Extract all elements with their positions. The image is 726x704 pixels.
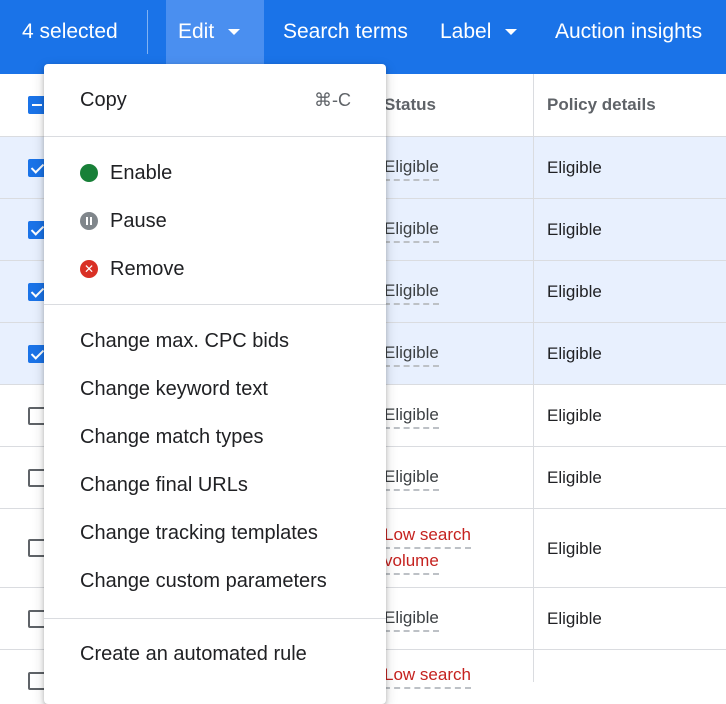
policy-cell: Eligible <box>547 344 602 363</box>
edit-menu-button[interactable]: Edit <box>166 0 264 64</box>
policy-details-column-header[interactable]: Policy details <box>547 74 656 136</box>
menu-item-change-custom-parameters[interactable]: Change custom parameters <box>44 557 386 605</box>
chevron-down-icon <box>505 29 517 35</box>
column-divider <box>533 74 534 682</box>
menu-item-label: Change max. CPC bids <box>80 330 289 352</box>
policy-cell: Eligible <box>547 609 602 628</box>
status-cell[interactable]: Eligible <box>384 218 439 243</box>
menu-divider <box>44 618 386 619</box>
status-cell-line-1[interactable]: Low search <box>384 664 471 689</box>
menu-item-label: Enable <box>110 162 173 184</box>
label-label: Label <box>440 20 492 43</box>
menu-item-label: Change keyword text <box>80 378 268 400</box>
selected-count: 4 selected <box>22 20 118 43</box>
status-cell[interactable]: Eligible <box>384 156 439 181</box>
label-menu-button[interactable]: Label <box>440 0 530 64</box>
menu-item-pause[interactable]: Pause <box>44 197 386 245</box>
menu-item-label: Pause <box>110 210 167 232</box>
policy-cell: Eligible <box>547 406 602 425</box>
menu-item-label: Remove <box>110 258 185 280</box>
menu-item-label: Create an automated rule <box>80 643 307 665</box>
menu-item-remove[interactable]: ✕ Remove <box>44 245 386 293</box>
menu-item-label: Change tracking templates <box>80 522 318 544</box>
menu-item-copy[interactable]: Copy ⌘-C <box>44 76 386 124</box>
status-cell-line-1[interactable]: Low search <box>384 524 471 549</box>
auction-insights-button[interactable]: Auction insights <box>555 0 702 64</box>
copy-shortcut: ⌘-C <box>314 90 351 110</box>
menu-item-label: Change final URLs <box>80 474 248 496</box>
menu-item-label: Change custom parameters <box>80 570 327 592</box>
selection-toolbar: 4 selected Edit Search terms Label Aucti… <box>0 0 726 74</box>
policy-cell: Eligible <box>547 468 602 487</box>
menu-item-change-keyword-text[interactable]: Change keyword text <box>44 365 386 413</box>
pause-icon <box>80 212 98 230</box>
menu-divider <box>44 304 386 305</box>
menu-divider <box>44 136 386 137</box>
status-cell[interactable]: Eligible <box>384 342 439 367</box>
policy-cell: Eligible <box>547 220 602 239</box>
policy-cell: Eligible <box>547 282 602 301</box>
menu-item-change-tracking-templates[interactable]: Change tracking templates <box>44 509 386 557</box>
status-cell[interactable]: Eligible <box>384 404 439 429</box>
status-cell-line-2[interactable]: volume <box>384 550 439 575</box>
chevron-down-icon <box>228 29 240 35</box>
menu-item-change-match-types[interactable]: Change match types <box>44 413 386 461</box>
edit-label: Edit <box>178 20 215 43</box>
status-column-header[interactable]: Status <box>384 74 436 136</box>
toolbar-divider <box>147 10 148 54</box>
menu-item-enable[interactable]: Enable <box>44 149 386 197</box>
status-cell[interactable]: Eligible <box>384 280 439 305</box>
menu-item-label: Change match types <box>80 426 264 448</box>
status-cell[interactable]: Eligible <box>384 466 439 491</box>
policy-cell: Eligible <box>547 158 602 177</box>
edit-dropdown-menu: Copy ⌘-C Enable Pause ✕ Remove Change ma… <box>44 64 386 704</box>
status-cell[interactable]: Eligible <box>384 607 439 632</box>
remove-icon: ✕ <box>80 260 98 278</box>
search-terms-button[interactable]: Search terms <box>283 0 408 64</box>
menu-item-change-final-urls[interactable]: Change final URLs <box>44 461 386 509</box>
enabled-status-icon <box>80 164 98 182</box>
menu-item-change-max-cpc-bids[interactable]: Change max. CPC bids <box>44 317 386 365</box>
menu-item-create-automated-rule[interactable]: Create an automated rule <box>44 630 386 678</box>
menu-item-label: Copy <box>80 89 127 111</box>
policy-cell: Eligible <box>547 539 602 558</box>
